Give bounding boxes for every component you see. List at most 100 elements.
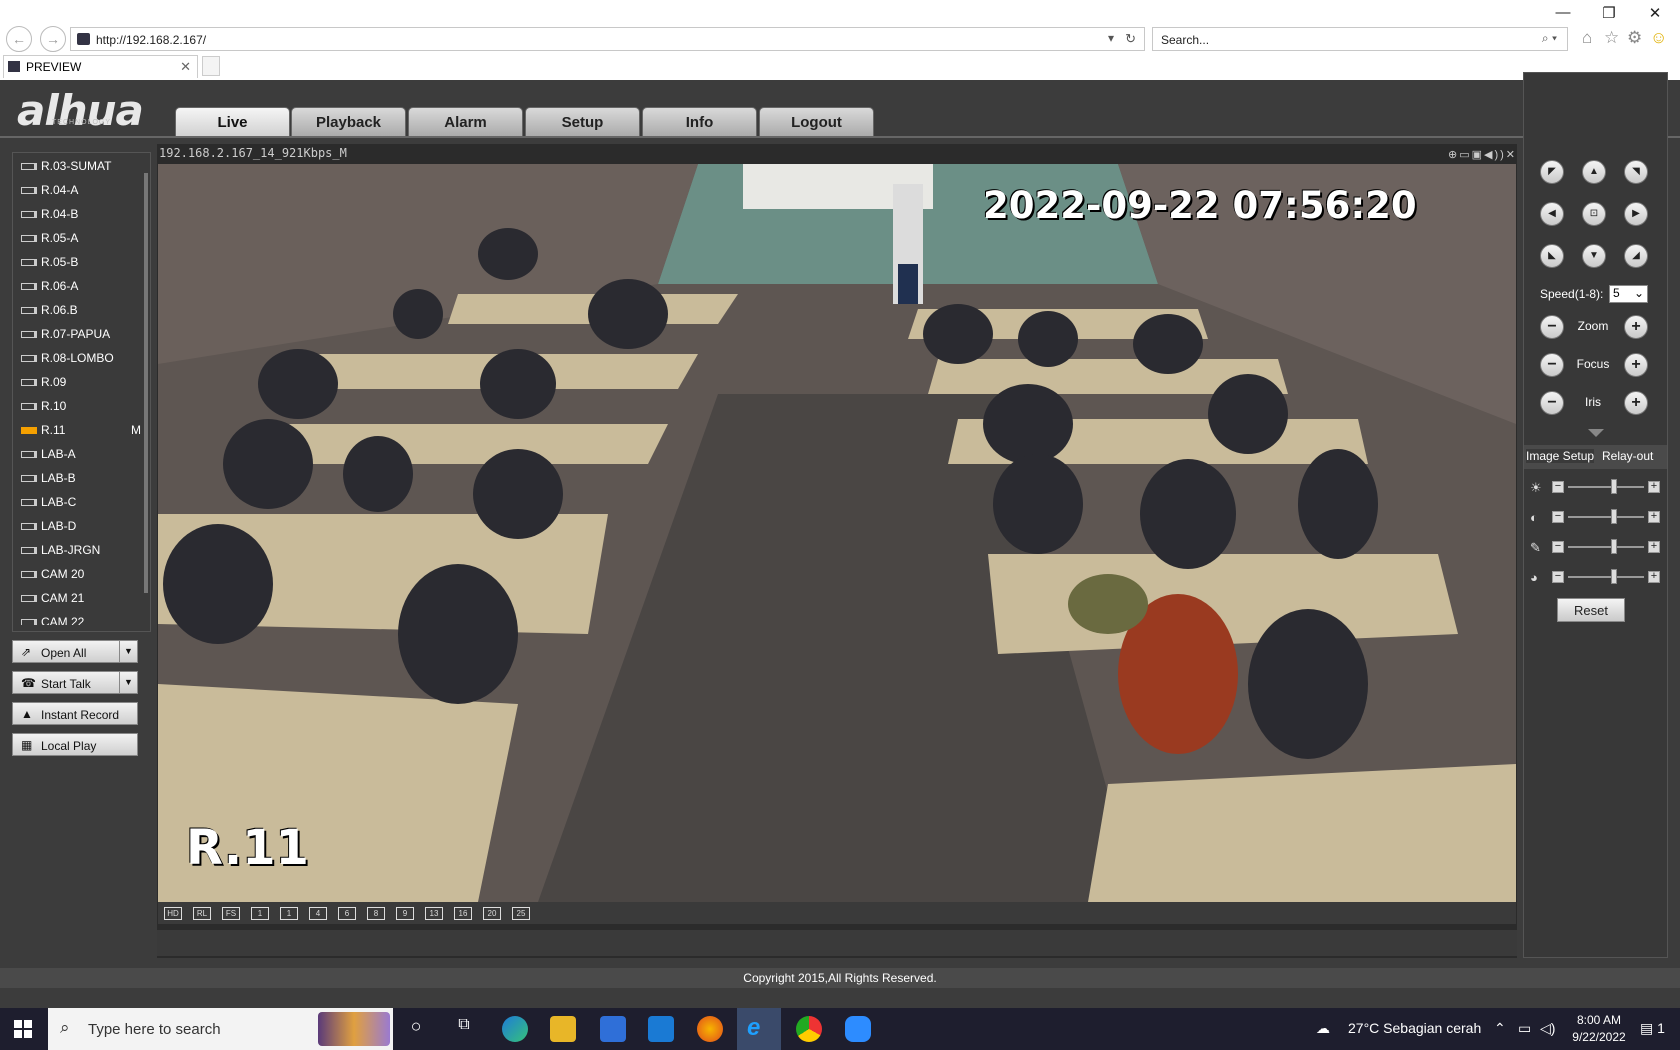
device-item[interactable]: R.04-B xyxy=(13,201,141,225)
device-item[interactable]: R.06.B xyxy=(13,297,141,321)
mail-icon[interactable] xyxy=(648,1016,674,1042)
focus-minus-button[interactable]: − xyxy=(1540,353,1564,377)
contrast-minus-button[interactable]: − xyxy=(1552,511,1564,523)
menu-playback[interactable]: Playback xyxy=(291,107,406,137)
restore-icon[interactable]: ❐ xyxy=(1594,4,1624,22)
layout-button[interactable]: 25 xyxy=(512,907,530,920)
menu-setup[interactable]: Setup xyxy=(525,107,640,137)
contrast-slider[interactable]: ◐ − + xyxy=(1528,507,1664,527)
device-item[interactable]: R.04-A xyxy=(13,177,141,201)
ptz-auto-zoom-icon[interactable]: ⊡ xyxy=(1582,202,1606,226)
favorites-star-icon[interactable]: ☆ xyxy=(1604,28,1619,48)
brightness-slider[interactable]: ☀ − + xyxy=(1528,477,1664,497)
iris-minus-button[interactable]: − xyxy=(1540,391,1564,415)
device-item[interactable]: LAB-B xyxy=(13,465,141,489)
chrome-icon[interactable] xyxy=(796,1016,822,1042)
layout-button[interactable]: 13 xyxy=(425,907,443,920)
network-icon[interactable]: ▭ xyxy=(1518,1020,1531,1037)
hue-slider[interactable]: ◕ − + xyxy=(1528,567,1664,587)
layout-button[interactable]: HD xyxy=(164,907,182,920)
ptz-right-button[interactable]: ▶ xyxy=(1624,202,1648,226)
live-video-feed[interactable]: 2022-09-22 07:56:20 R.11 xyxy=(158,164,1516,902)
settings-gear-icon[interactable]: ⚙ xyxy=(1627,28,1642,48)
layout-button[interactable]: 1 xyxy=(251,907,269,920)
ptz-down-button[interactable]: ▼ xyxy=(1582,244,1606,268)
slider-track[interactable] xyxy=(1568,486,1644,488)
address-bar[interactable]: http://192.168.2.167/ ▾ ↻ xyxy=(70,27,1145,51)
internet-explorer-icon-active[interactable]: e xyxy=(737,1008,781,1050)
edge-icon[interactable] xyxy=(502,1016,528,1042)
layout-button[interactable]: 20 xyxy=(483,907,501,920)
minimize-icon[interactable]: — xyxy=(1548,4,1578,21)
weather-text[interactable]: 27°C Sebagian cerah xyxy=(1348,1020,1481,1036)
taskbar-search-input[interactable]: ⌕ Type here to search xyxy=(48,1008,393,1050)
device-item[interactable]: LAB-D xyxy=(13,513,141,537)
smiley-feedback-icon[interactable]: ☺ xyxy=(1650,28,1667,48)
menu-logout[interactable]: Logout xyxy=(759,107,874,137)
device-item[interactable]: LAB-JRGN xyxy=(13,537,141,561)
volume-icon[interactable]: ◁) xyxy=(1540,1020,1555,1037)
speed-select[interactable]: 5 ⌄ xyxy=(1609,285,1648,303)
open-all-dropdown-icon[interactable]: ▼ xyxy=(119,641,137,662)
contrast-plus-button[interactable]: + xyxy=(1648,511,1660,523)
layout-button[interactable]: 9 xyxy=(396,907,414,920)
zoom-out-button[interactable]: − xyxy=(1540,315,1564,339)
firefox-icon[interactable] xyxy=(697,1016,723,1042)
slider-track[interactable] xyxy=(1568,516,1644,518)
ptz-up-left-button[interactable]: ◤ xyxy=(1540,160,1564,184)
ptz-up-right-button[interactable]: ◥ xyxy=(1624,160,1648,184)
zoom-in-button[interactable]: + xyxy=(1624,315,1648,339)
device-item[interactable]: R.08-LOMBO xyxy=(13,345,141,369)
device-item[interactable]: R.05-A xyxy=(13,225,141,249)
hue-minus-button[interactable]: − xyxy=(1552,571,1564,583)
file-explorer-icon[interactable] xyxy=(550,1016,576,1042)
menu-info[interactable]: Info xyxy=(642,107,757,137)
device-item[interactable]: R.09 xyxy=(13,369,141,393)
layout-button[interactable]: FS xyxy=(222,907,240,920)
tab-relay-out[interactable]: Relay-out xyxy=(1602,449,1653,463)
cortana-icon[interactable]: ○ xyxy=(403,1016,429,1042)
store-icon[interactable] xyxy=(600,1016,626,1042)
layout-button[interactable]: 6 xyxy=(338,907,356,920)
tab-image-setup[interactable]: Image Setup xyxy=(1526,449,1595,463)
brightness-plus-button[interactable]: + xyxy=(1648,481,1660,493)
layout-button[interactable]: RL xyxy=(193,907,211,920)
device-item[interactable]: R.06-A xyxy=(13,273,141,297)
ptz-left-button[interactable]: ◀ xyxy=(1540,202,1564,226)
forward-icon[interactable]: → xyxy=(40,26,66,52)
search-icon[interactable]: ⌕ ▾ xyxy=(1542,31,1557,46)
menu-live[interactable]: Live xyxy=(175,107,290,137)
zoom-app-icon[interactable] xyxy=(845,1016,871,1042)
dropdown-icon[interactable]: ▾ xyxy=(1108,31,1114,45)
layout-button[interactable]: 1 xyxy=(280,907,298,920)
home-icon[interactable]: ⌂ xyxy=(1582,28,1592,48)
slider-knob[interactable] xyxy=(1610,569,1617,584)
start-talk-dropdown-icon[interactable]: ▼ xyxy=(119,672,137,693)
slider-knob[interactable] xyxy=(1610,509,1617,524)
new-tab-button[interactable] xyxy=(202,56,220,76)
system-clock[interactable]: 8:00 AM 9/22/2022 xyxy=(1564,1012,1634,1046)
close-tab-icon[interactable]: ✕ xyxy=(180,59,191,75)
device-item[interactable]: R.05-B xyxy=(13,249,141,273)
slider-knob[interactable] xyxy=(1610,539,1617,554)
layout-button[interactable]: 16 xyxy=(454,907,472,920)
tray-chevron-icon[interactable]: ⌃ xyxy=(1494,1020,1506,1037)
ptz-down-right-button[interactable]: ◢ xyxy=(1624,244,1648,268)
device-item[interactable]: CAM 22 xyxy=(13,609,141,625)
refresh-icon[interactable]: ↻ xyxy=(1125,31,1136,47)
collapse-arrow-icon[interactable] xyxy=(1588,429,1604,437)
close-window-icon[interactable]: ✕ xyxy=(1640,4,1670,22)
open-all-button[interactable]: ⇗ Open All ▼ xyxy=(12,640,138,663)
reset-button[interactable]: Reset xyxy=(1557,598,1625,622)
browser-search-input[interactable]: Search... ⌕ ▾ xyxy=(1152,27,1568,51)
device-item[interactable]: R.03-SUMAT xyxy=(13,153,141,177)
notification-icon[interactable]: ▤ 1 xyxy=(1640,1020,1665,1037)
device-list-scrollbar[interactable] xyxy=(144,173,148,593)
device-item[interactable]: CAM 20 xyxy=(13,561,141,585)
windows-start-icon[interactable] xyxy=(14,1020,32,1038)
saturation-plus-button[interactable]: + xyxy=(1648,541,1660,553)
slider-knob[interactable] xyxy=(1610,479,1617,494)
back-icon[interactable]: ← xyxy=(6,26,32,52)
browser-tab[interactable]: PREVIEW ✕ xyxy=(3,55,198,78)
menu-alarm[interactable]: Alarm xyxy=(408,107,523,137)
